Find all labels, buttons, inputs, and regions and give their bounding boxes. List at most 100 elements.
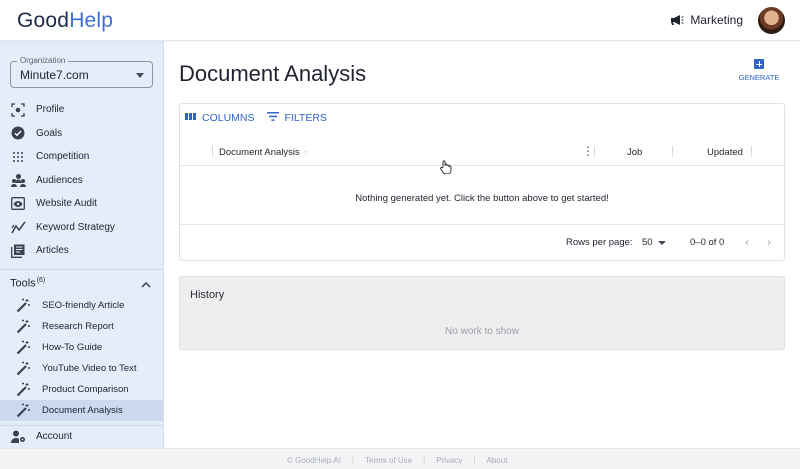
sidebar-nav: Profile Goals Competition Audiences Webs… [0,98,164,263]
page-title: Document Analysis [179,61,367,86]
column-separator[interactable] [594,146,595,157]
column-separator[interactable] [672,146,673,157]
magic-wand-icon [15,361,31,377]
top-bar: GoodHelp Marketing [0,0,800,41]
sidebar-item-website-audit[interactable]: Website Audit [0,192,164,216]
empty-grid-message: Nothing generated yet. Click the button … [355,193,609,204]
sidebar-item-profile[interactable]: Profile [0,98,164,122]
chevron-up-icon[interactable] [141,279,151,291]
workspace-label: Marketing [690,13,743,27]
organization-label: Organization [17,56,69,65]
grid-dots-icon [10,149,26,165]
logo-help: Help [69,9,114,32]
footer-link-about[interactable]: About [487,456,508,465]
caret-down-icon [136,73,144,78]
magic-wand-icon [15,298,31,314]
history-empty-message: No work to show [445,326,519,337]
tool-item-document-analysis[interactable]: Document Analysis [0,400,163,421]
sidebar-item-articles[interactable]: Articles [0,239,164,263]
tools-list: SEO-friendly Article Research Report How… [0,295,163,421]
sidebar-item-account[interactable]: Account [0,425,163,447]
footer-separator: | [351,456,354,465]
sidebar-item-label: Keyword Strategy [36,221,115,233]
user-gear-icon [10,429,26,445]
tool-item-product-comparison[interactable]: Product Comparison [0,379,163,400]
columns-label: COLUMNS [202,112,255,124]
sidebar-item-competition[interactable]: Competition [0,145,164,169]
account-label: Account [36,431,73,442]
sidebar-item-label: Competition [36,151,90,163]
caret-down-icon [657,240,666,245]
organization-value: Minute7.com [20,68,89,82]
history-panel: History No work to show [179,276,785,350]
logo-good: Good [17,9,70,32]
column-header-updated[interactable]: Updated [707,147,743,158]
tool-label: SEO-friendly Article [42,300,125,311]
footer-link-terms[interactable]: Terms of Use [365,456,412,465]
next-page-button[interactable]: › [767,235,771,249]
sidebar-item-label: Website Audit [36,198,97,210]
logo[interactable]: GoodHelp [17,9,113,33]
filter-icon [266,112,279,124]
sort-arrow-icon[interactable]: ↑ [304,148,308,157]
column-menu-icon[interactable]: ⋮ [582,144,594,158]
megaphone-icon [670,14,684,26]
columns-icon [185,112,196,124]
check-circle-icon [10,125,26,141]
footer-separator: | [423,456,426,465]
footer-separator: | [473,456,476,465]
tool-label: Research Report [42,321,114,332]
pagination-range: 0–0 of 0 [690,237,725,248]
column-separator[interactable] [751,146,752,157]
column-header-job[interactable]: Job [627,147,642,158]
organization-select[interactable]: Organization Minute7.com [10,56,153,88]
tool-item-seo-friendly-article[interactable]: SEO-friendly Article [0,295,163,316]
audiences-icon [10,172,26,188]
sidebar-item-label: Goals [36,127,63,139]
grid-toolbar: COLUMNS FILTERS [185,112,327,124]
columns-button[interactable]: COLUMNS [185,112,255,124]
tool-item-research-report[interactable]: Research Report [0,316,163,337]
sidebar-divider [0,269,163,270]
tool-label: YouTube Video to Text [42,363,137,374]
magic-wand-icon [15,319,31,335]
footer-link-privacy[interactable]: Privacy [436,456,462,465]
page-footer: © GoodHelp.AI | Terms of Use | Privacy |… [0,448,800,469]
column-separator[interactable] [212,146,213,157]
previous-page-button[interactable]: ‹ [745,235,749,249]
pagination-bar: Rows per page: 50 0–0 of 0 ‹ › [180,224,784,261]
filters-button[interactable]: FILTERS [266,112,327,124]
sidebar-item-label: Audiences [36,174,83,186]
tool-item-youtube-video-to-text[interactable]: YouTube Video to Text [0,358,163,379]
main-content: Document Analysis GENERATE COLUMNS FILTE… [164,41,800,448]
magic-wand-icon [15,382,31,398]
history-title: History [190,289,225,301]
data-grid: COLUMNS FILTERS Document Analysis ↑ ⋮ Job… [179,103,785,261]
column-header-row: Document Analysis ↑ ⋮ Job Updated [180,139,784,166]
copyright-text: © GoodHelp.AI [287,456,341,465]
tools-count: (6) [36,277,46,284]
tool-label: Document Analysis [42,405,123,416]
sidebar: Organization Minute7.com Profile Goals C… [0,41,164,448]
sidebar-item-label: Articles [36,245,69,257]
sidebar-item-audiences[interactable]: Audiences [0,169,164,193]
generate-label: GENERATE [738,73,780,82]
tool-label: Product Comparison [42,384,129,395]
hand-cursor-icon [440,160,452,179]
workspace-switcher[interactable]: Marketing [670,13,743,27]
rows-per-page-select[interactable]: 50 [642,237,666,248]
column-header-document[interactable]: Document Analysis ↑ [219,147,308,158]
sidebar-item-goals[interactable]: Goals [0,122,164,146]
eye-icon [10,196,26,212]
tool-label: How-To Guide [42,342,103,353]
rows-per-page-label: Rows per page: [566,237,633,248]
avatar[interactable] [758,7,785,34]
sidebar-item-label: Profile [36,104,65,116]
generate-button[interactable]: GENERATE [736,59,782,82]
add-box-icon [754,59,764,69]
sidebar-item-keyword-strategy[interactable]: Keyword Strategy [0,216,164,240]
articles-icon [10,243,26,259]
filters-label: FILTERS [284,112,327,124]
tool-item-how-to-guide[interactable]: How-To Guide [0,337,163,358]
tools-section-header[interactable]: Tools(6) [10,277,153,291]
